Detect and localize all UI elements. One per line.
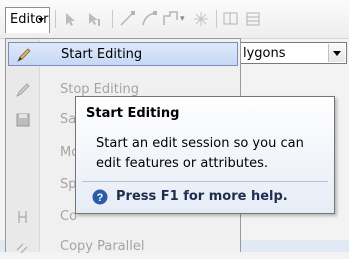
- toolbar-separator: [112, 10, 113, 28]
- target-layer-select[interactable]: lygons: [238, 42, 347, 64]
- straight-segment-icon[interactable]: [118, 10, 136, 28]
- chevron-down-icon[interactable]: [328, 44, 345, 62]
- topology-edit-icon[interactable]: [222, 10, 240, 28]
- split-tool-icon[interactable]: [192, 10, 210, 28]
- editor-menu-button[interactable]: Editor: [5, 7, 50, 33]
- tooltip-title: Start Editing: [86, 106, 180, 121]
- copy-parallel-icon: [16, 243, 28, 254]
- pencil-icon: [17, 48, 31, 62]
- toolbar-separator: [216, 10, 217, 28]
- edit-annotation-tool-icon[interactable]: [86, 10, 104, 28]
- menu-item-start-editing[interactable]: Start Editing: [8, 42, 238, 66]
- attributes-icon[interactable]: [244, 10, 262, 28]
- toolbar-separator: [55, 10, 56, 28]
- help-icon: ?: [92, 189, 108, 205]
- tooltip-divider: [82, 181, 328, 182]
- save-icon: [16, 113, 30, 127]
- trace-tool-icon[interactable]: [162, 10, 180, 28]
- menu-item-copy-parallel[interactable]: Copy Parallel: [8, 235, 238, 259]
- construct-icon: [18, 211, 27, 223]
- menu-item-label: Start Editing: [61, 47, 143, 62]
- svg-text:?: ?: [97, 192, 104, 204]
- editor-toolbar: Editor ▾: [0, 0, 349, 39]
- tooltip-help-row: ? Press F1 for more help.: [92, 188, 322, 206]
- start-editing-tooltip: Start Editing Start an edit session so y…: [75, 96, 335, 214]
- tooltip-description: Start an edit session so you can edit fe…: [96, 136, 304, 171]
- stop-pencil-icon: [16, 83, 30, 97]
- edit-tool-icon[interactable]: [62, 10, 80, 28]
- chevron-down-icon[interactable]: [38, 18, 44, 22]
- tooltip-help-text: Press F1 for more help.: [116, 189, 288, 204]
- target-layer-value: lygons: [243, 46, 286, 61]
- menu-item-label: Stop Editing: [60, 82, 139, 97]
- end-point-arc-icon[interactable]: [140, 10, 158, 28]
